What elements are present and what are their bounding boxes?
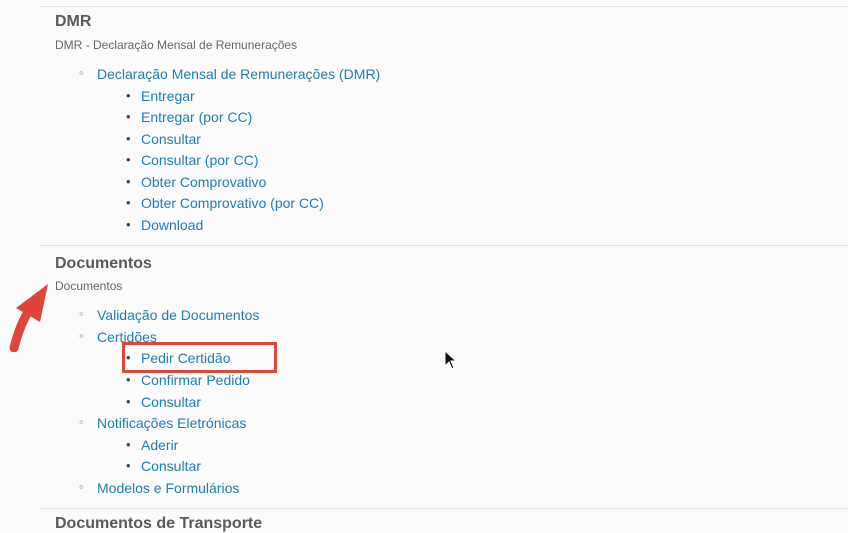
notificacoes-eletronicas-link[interactable]: Notificações Eletrónicas — [79, 414, 246, 431]
documentos-transporte-title: Documentos de Transporte — [55, 515, 263, 532]
documentos-section-title: Documentos — [55, 255, 152, 272]
dmr-section-subtitle: DMR - Declaração Mensal de Remunerações — [55, 38, 298, 52]
dmr-obter-comprovativo-cc-link[interactable]: Obter Comprovativo (por CC) — [126, 195, 324, 211]
dmr-entregar-link[interactable]: Entregar — [126, 88, 195, 104]
dmr-entregar-cc-link[interactable]: Entregar (por CC) — [126, 109, 252, 125]
certidoes-consultar-link[interactable]: Consultar — [126, 394, 201, 410]
section-divider — [40, 508, 848, 509]
section-divider — [40, 245, 848, 246]
documentos-section-subtitle: Documentos — [55, 279, 123, 293]
validacao-documentos-link[interactable]: Validação de Documentos — [79, 306, 259, 323]
arrow-up-right-icon — [6, 278, 54, 357]
dmr-obter-comprovativo-link[interactable]: Obter Comprovativo — [126, 174, 266, 190]
notificacoes-consultar-link[interactable]: Consultar — [126, 458, 201, 474]
top-divider — [40, 6, 848, 7]
confirmar-pedido-link[interactable]: Confirmar Pedido — [126, 372, 250, 388]
notificacoes-aderir-link[interactable]: Aderir — [126, 437, 179, 453]
highlight-box — [122, 342, 277, 373]
dmr-consultar-cc-link[interactable]: Consultar (por CC) — [126, 152, 259, 168]
modelos-formularios-link[interactable]: Modelos e Formulários — [79, 479, 239, 496]
dmr-section-title: DMR — [55, 13, 92, 30]
dmr-group-link[interactable]: Declaração Mensal de Remunerações (DMR) — [79, 65, 380, 82]
dmr-consultar-link[interactable]: Consultar — [126, 131, 201, 147]
dmr-download-link[interactable]: Download — [126, 217, 203, 233]
mouse-pointer-icon — [444, 349, 458, 375]
